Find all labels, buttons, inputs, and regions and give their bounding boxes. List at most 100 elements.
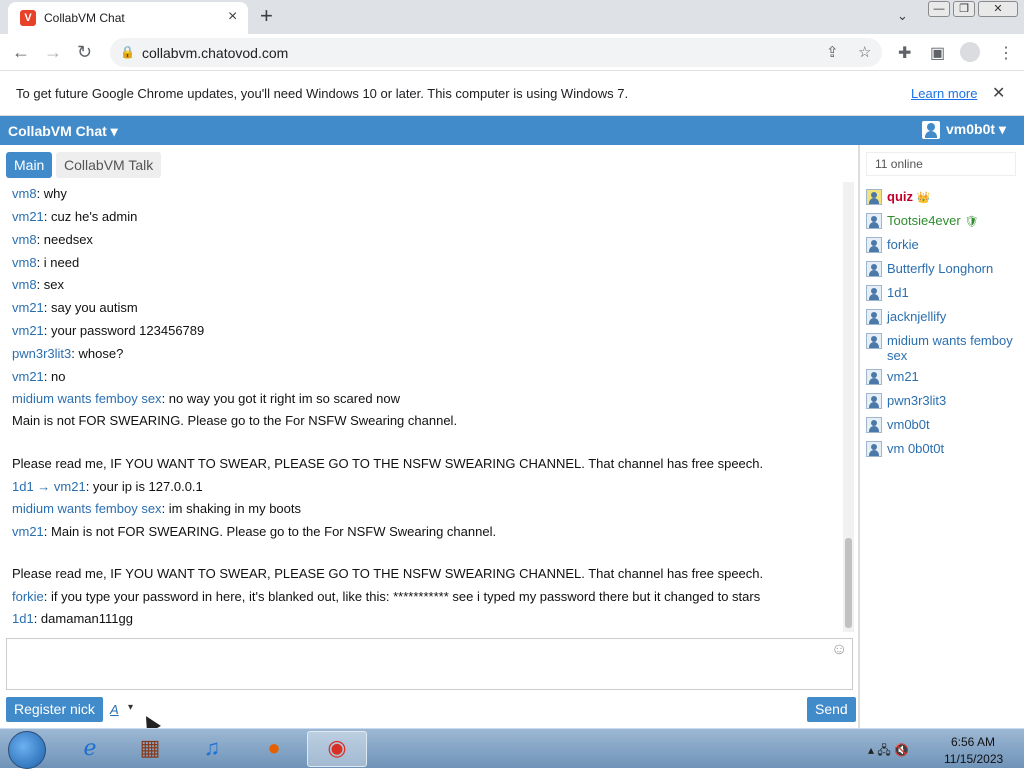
minimize-window-button[interactable]: —: [928, 1, 950, 17]
system-tray[interactable]: ▴ 🖧 🔇: [868, 741, 909, 762]
sidebar-divider: [858, 145, 860, 728]
user-icon: [866, 393, 882, 409]
user-name[interactable]: vm21: [887, 369, 1017, 384]
chat-header: CollabVM Chat ▾ vm0b0t ▾: [0, 116, 1024, 145]
tab-main[interactable]: Main: [6, 152, 53, 178]
new-tab-button[interactable]: +: [260, 4, 273, 28]
message-nick[interactable]: vm8: [12, 186, 37, 201]
message-nick[interactable]: vm21: [12, 369, 44, 384]
user-name[interactable]: Tootsie4ever 🛡: [887, 213, 1017, 230]
music-icon[interactable]: ♫: [197, 733, 227, 763]
infobar-close-icon[interactable]: ✕: [992, 83, 1005, 103]
message-nick[interactable]: vm21: [12, 300, 44, 315]
register-nick-button[interactable]: Register nick: [6, 697, 103, 722]
lock-icon[interactable]: 🔒: [120, 45, 135, 59]
message-scrollbar[interactable]: [843, 182, 854, 632]
message-nick[interactable]: midium wants femboy sex: [12, 391, 162, 406]
user-list-item[interactable]: vm21: [866, 369, 1016, 387]
user-list-item[interactable]: pwn3r3lit3: [866, 393, 1016, 411]
message-text: : no way you got it right im so scared n…: [161, 391, 401, 406]
tab-collabvm-talk[interactable]: CollabVM Talk: [56, 152, 162, 178]
chat-message: midium wants femboy sex: no way you got …: [12, 391, 400, 406]
message-text: : your ip is 127.0.0.1: [85, 479, 203, 494]
collabvm-favicon-icon: V: [20, 10, 36, 26]
user-name[interactable]: midium wants femboy sex: [887, 333, 1017, 363]
message-nick[interactable]: 1d1: [12, 611, 34, 626]
user-list-item[interactable]: midium wants femboy sex: [866, 333, 1016, 365]
learn-more-link[interactable]: Learn more: [911, 86, 977, 101]
chat-message: midium wants femboy sex: im shaking in m…: [12, 501, 301, 516]
start-button-icon[interactable]: [8, 731, 46, 769]
message-nick[interactable]: vm21: [12, 323, 44, 338]
user-list-item[interactable]: Butterfly Longhorn: [866, 261, 1016, 279]
send-button[interactable]: Send: [807, 697, 856, 722]
browser-tab[interactable]: V CollabVM Chat ×: [8, 2, 248, 34]
chat-message: forkie: if you type your password in her…: [12, 589, 760, 604]
user-list-item[interactable]: Tootsie4ever 🛡: [866, 213, 1016, 231]
message-nick[interactable]: pwn3r3lit3: [12, 346, 71, 361]
back-icon[interactable]: ←: [12, 42, 30, 62]
profile-avatar-icon[interactable]: [960, 42, 980, 62]
message-text: : say you autism: [43, 300, 138, 315]
bookmark-star-icon[interactable]: ☆: [858, 43, 871, 61]
firefox-icon[interactable]: ●: [259, 733, 289, 763]
close-window-button[interactable]: ✕: [978, 1, 1018, 17]
user-list-item[interactable]: vm0b0t: [866, 417, 1016, 435]
message-nick[interactable]: vm21: [12, 524, 44, 539]
user-icon: [866, 285, 882, 301]
message-nick[interactable]: forkie: [12, 589, 44, 604]
message-nick[interactable]: vm21: [12, 209, 44, 224]
maximize-window-button[interactable]: ❐: [953, 1, 975, 17]
reload-icon[interactable]: ↻: [77, 42, 92, 62]
user-name[interactable]: vm 0b0t0t: [887, 441, 1017, 456]
message-text: : your password 123456789: [43, 323, 205, 338]
message-nick[interactable]: vm8: [12, 232, 37, 247]
user-icon: [866, 333, 882, 349]
user-list-item[interactable]: jacknjellify: [866, 309, 1016, 327]
share-icon[interactable]: ⇪: [826, 43, 839, 61]
chat-message: vm21: no: [12, 369, 65, 384]
user-name[interactable]: forkie: [887, 237, 1017, 252]
user-icon: [866, 417, 882, 433]
browser-tab-strip: V CollabVM Chat × + ⌄ — ❐ ✕: [0, 0, 1024, 34]
user-list-item[interactable]: quiz 👑: [866, 189, 1016, 207]
clock-date[interactable]: 11/15/2023: [944, 752, 1003, 766]
message-nick[interactable]: vm8: [12, 255, 37, 270]
text-format-button[interactable]: A: [110, 702, 119, 717]
scrollbar-thumb[interactable]: [845, 538, 852, 628]
user-list-item[interactable]: vm 0b0t0t: [866, 441, 1016, 459]
address-bar[interactable]: 🔒 collabvm.chatovod.com ⇪ ☆: [110, 38, 882, 67]
chrome-icon[interactable]: ◉: [322, 733, 352, 763]
tab-search-icon[interactable]: ⌄: [897, 8, 908, 24]
emoji-icon[interactable]: ☺: [831, 641, 847, 659]
user-list-item[interactable]: forkie: [866, 237, 1016, 255]
message-text: : damaman111gg: [33, 611, 133, 626]
shield-icon: 🛡: [964, 216, 979, 228]
user-name[interactable]: jacknjellify: [887, 309, 1017, 324]
message-nick[interactable]: 1d1 → vm21: [12, 479, 86, 494]
current-user-name[interactable]: vm0b0t ▾: [946, 121, 1006, 137]
side-panel-icon[interactable]: ▣: [930, 43, 945, 63]
user-menu[interactable]: vm0b0t ▾: [922, 121, 1006, 140]
ie-icon[interactable]: ℯ: [75, 733, 105, 763]
user-name[interactable]: Butterfly Longhorn: [887, 261, 1017, 276]
message-nick[interactable]: midium wants femboy sex: [12, 501, 162, 516]
user-name[interactable]: pwn3r3lit3: [887, 393, 1017, 408]
user-list-item[interactable]: 1d1: [866, 285, 1016, 303]
forward-icon[interactable]: →: [44, 42, 62, 62]
crown-icon: 👑: [916, 192, 931, 204]
store-icon[interactable]: ▦: [135, 733, 165, 763]
chat-brand-menu[interactable]: CollabVM Chat ▾: [8, 123, 118, 140]
menu-kebab-icon[interactable]: ⋮: [998, 43, 1014, 63]
message-text: : im shaking in my boots: [161, 501, 302, 516]
message-input[interactable]: [6, 638, 853, 690]
url-text[interactable]: collabvm.chatovod.com: [142, 45, 288, 61]
user-name[interactable]: 1d1: [887, 285, 1017, 300]
user-name[interactable]: vm0b0t: [887, 417, 1017, 432]
message-nick[interactable]: vm8: [12, 277, 37, 292]
clock-time[interactable]: 6:56 AM: [951, 735, 995, 749]
close-tab-icon[interactable]: ×: [228, 9, 237, 25]
chevron-down-icon[interactable]: ▾: [128, 702, 133, 713]
user-name[interactable]: quiz 👑: [887, 189, 1017, 206]
extensions-icon[interactable]: ✚: [898, 43, 911, 63]
